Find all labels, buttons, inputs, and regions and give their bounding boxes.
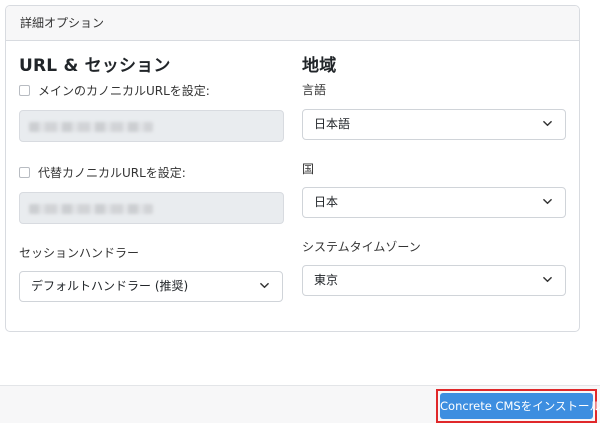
country-value: 日本 bbox=[314, 195, 339, 209]
alternative-url-label: 代替カノニカルURLを設定: bbox=[38, 165, 186, 180]
install-button[interactable]: Concrete CMSをインストール bbox=[440, 393, 600, 419]
timezone-select[interactable]: 東京 bbox=[302, 265, 566, 296]
canonical-url-input bbox=[19, 110, 284, 142]
country-label: 国 bbox=[302, 162, 315, 176]
session-handler-label: セッションハンドラー bbox=[19, 246, 140, 260]
card-header: 詳細オプション bbox=[6, 6, 579, 41]
timezone-label: システムタイムゾーン bbox=[302, 240, 421, 254]
canonical-url-checkbox[interactable] bbox=[19, 84, 30, 96]
alternative-url-checkbox[interactable] bbox=[19, 166, 30, 178]
chevron-down-icon bbox=[543, 120, 552, 127]
chevron-down-icon bbox=[260, 282, 269, 289]
chevron-down-icon bbox=[543, 276, 552, 283]
language-label: 言語 bbox=[302, 83, 327, 97]
url-session-column: URL & セッション メインのカノニカルURLを設定: 代替カノニカルURLを… bbox=[19, 54, 284, 302]
install-button-highlight: Concrete CMSをインストール bbox=[436, 389, 600, 423]
region-title: 地域 bbox=[302, 56, 337, 76]
alternative-url-checkbox-row[interactable]: 代替カノニカルURLを設定: bbox=[19, 162, 284, 182]
canonical-url-checkbox-row[interactable]: メインのカノニカルURLを設定: bbox=[19, 80, 284, 100]
canonical-url-label: メインのカノニカルURLを設定: bbox=[38, 83, 210, 98]
url-session-title: URL & セッション bbox=[19, 56, 171, 76]
timezone-value: 東京 bbox=[314, 273, 339, 287]
language-value: 日本語 bbox=[314, 117, 351, 131]
redacted-text bbox=[29, 122, 153, 132]
redacted-text bbox=[29, 204, 153, 214]
region-column: 地域 言語 日本語 国 日本 システムタイムゾーン 東京 bbox=[302, 54, 567, 296]
alternative-url-input bbox=[19, 192, 284, 224]
language-select[interactable]: 日本語 bbox=[302, 109, 566, 140]
chevron-down-icon bbox=[543, 198, 552, 205]
session-handler-select[interactable]: デフォルトハンドラー (推奨) bbox=[19, 271, 283, 302]
advanced-options-card: 詳細オプション URL & セッション メインのカノニカルURLを設定: 代替カ… bbox=[5, 5, 580, 332]
country-select[interactable]: 日本 bbox=[302, 187, 566, 218]
session-handler-value: デフォルトハンドラー (推奨) bbox=[31, 279, 189, 293]
